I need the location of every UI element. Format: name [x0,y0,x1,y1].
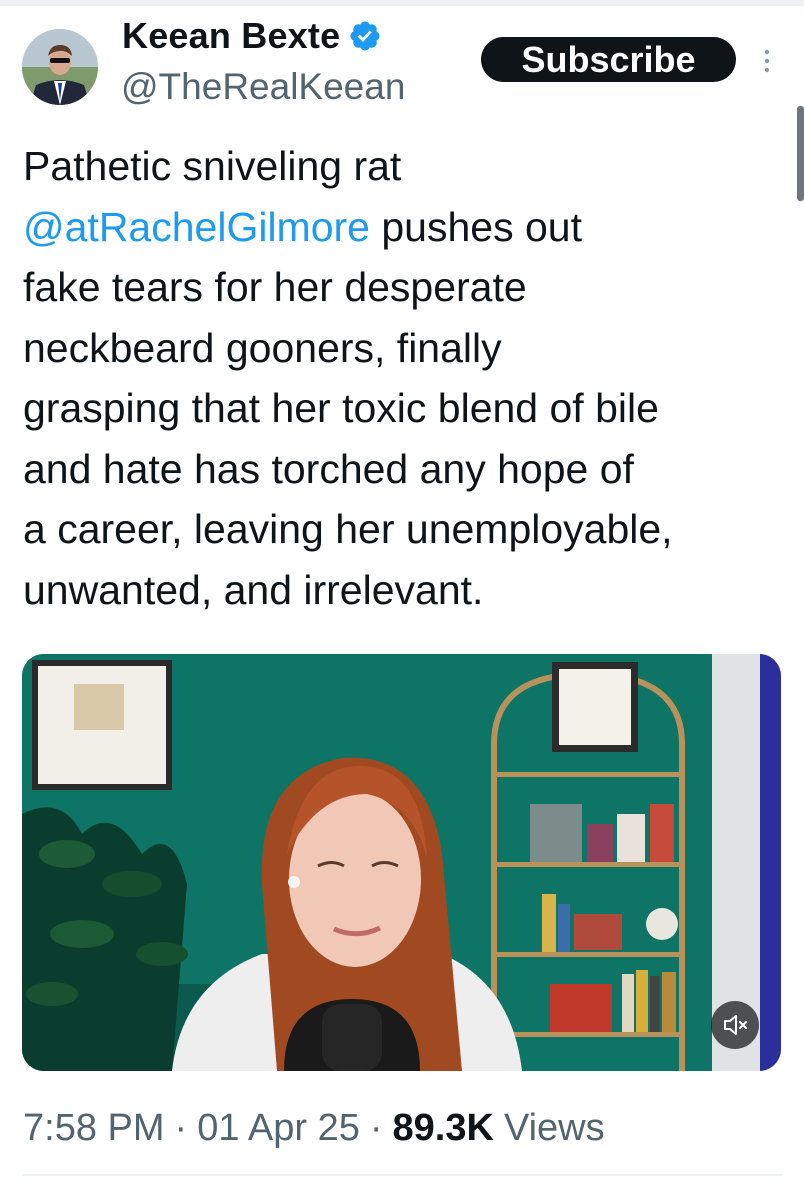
tweet-text-segment: fake tears for her desperate [23,264,527,310]
video-player[interactable] [22,654,781,1071]
more-vertical-icon[interactable] [760,46,774,76]
tweet-line: unwanted, and irrelevant. [23,560,793,621]
mute-toggle-button[interactable] [711,1001,759,1049]
tweet-text-segment: neckbeard gooners, finally [23,324,502,371]
author-display-name[interactable]: Keean Bexte [122,15,340,57]
author-name-row: Keean Bexte [122,14,382,58]
top-divider [0,0,804,6]
tweet-text-segment: pushes out [369,203,582,250]
tweet-text: Pathetic sniveling rat @atRachelGilmore … [23,136,793,620]
verified-badge-icon[interactable] [348,19,382,53]
mention-link[interactable]: @atRachelGilmore [23,204,370,250]
views-label: Views [503,1106,605,1149]
tweet-time[interactable]: 7:58 PM [23,1107,165,1150]
tweet-line: a career, leaving her unemployable, [23,499,793,560]
bottom-divider [22,1174,782,1176]
author-avatar[interactable] [22,29,98,105]
meta-separator: · [174,1106,188,1149]
video-frame [22,654,781,1071]
tweet-text-segment: and hate has torched any hope of [23,445,634,492]
subscribe-button[interactable]: Subscribe [481,37,736,82]
tweet-text-segment: grasping that her toxic blend of bile [23,385,659,431]
meta-separator: · [369,1106,383,1149]
tweet-date[interactable]: 01 Apr 25 [197,1107,360,1150]
tweet-meta: 7:58 PM · 01 Apr 25 · 89.3K Views [23,1104,605,1152]
tweet-line: neckbeard gooners, finally [23,318,793,379]
tweet-text-segment: Pathetic sniveling rat [23,143,402,189]
tweet-text-segment: a career, leaving her unemployable, [23,506,673,552]
tweet-line: fake tears for her desperate [23,257,793,318]
volume-muted-icon [724,1015,747,1035]
author-handle[interactable]: @TheRealKeean [121,66,405,108]
page-scrollbar[interactable] [797,106,804,201]
tweet-text-segment: unwanted, and irrelevant. [23,566,484,613]
avatar-photo [22,29,98,105]
tweet-line: Pathetic sniveling rat [23,136,793,197]
tweet-line: @atRachelGilmore pushes out [23,197,793,258]
tweet-line: grasping that her toxic blend of bile [23,378,793,439]
views-count: 89.3K [392,1106,494,1149]
tweet-line: and hate has torched any hope of [23,439,793,500]
